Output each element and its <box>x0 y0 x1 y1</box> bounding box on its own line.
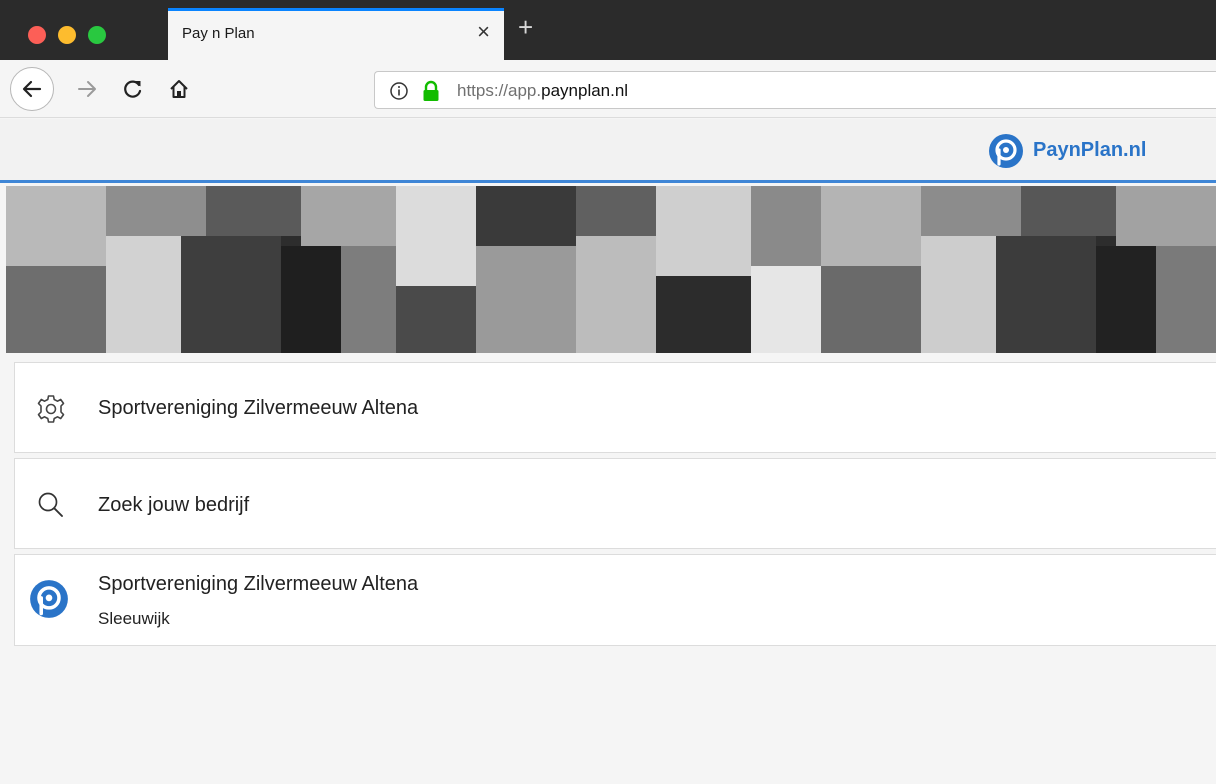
tab-title: Pay n Plan <box>182 25 255 42</box>
organization-name: Sportvereniging Zilvermeeuw Altena <box>98 397 419 419</box>
reload-button[interactable] <box>118 74 148 104</box>
url-domain: paynplan.nl <box>541 81 629 100</box>
browser-nav-bar: https://app.paynplan.nl <box>0 60 1216 118</box>
url-prefix: https://app. <box>457 81 542 100</box>
window-close-button[interactable] <box>28 26 46 44</box>
window-zoom-button[interactable] <box>88 26 106 44</box>
logo-text[interactable]: PaynPlan.nl <box>1033 139 1146 162</box>
window-minimize-button[interactable] <box>58 26 76 44</box>
result-location: Sleeuwijk <box>98 609 170 628</box>
close-icon[interactable]: × <box>477 21 490 43</box>
browser-tab-strip: Pay n Plan × + <box>0 0 1216 60</box>
back-arrow-icon <box>22 80 42 98</box>
search-row <box>14 458 1216 549</box>
forward-button[interactable] <box>72 74 102 104</box>
back-button[interactable] <box>10 67 54 111</box>
collage-tiles <box>6 186 1216 353</box>
info-icon[interactable] <box>389 81 409 101</box>
search-result-item[interactable]: Sportvereniging Zilvermeeuw Altena Sleeu… <box>14 554 1216 646</box>
plus-icon[interactable]: + <box>518 14 533 40</box>
url-bar[interactable]: https://app.paynplan.nl <box>374 71 1216 109</box>
lock-icon <box>423 80 439 101</box>
app-header: PaynPlan.nl <box>0 119 1216 183</box>
search-icon <box>38 492 63 517</box>
search-input[interactable] <box>98 487 1178 523</box>
paynplan-logo-icon <box>30 580 68 618</box>
paynplan-logo-icon[interactable] <box>988 133 1024 169</box>
banner-collage-image <box>6 186 1216 353</box>
reload-icon <box>124 80 142 98</box>
home-button[interactable] <box>164 74 194 104</box>
forward-arrow-icon <box>78 81 96 97</box>
gear-icon[interactable] <box>35 393 67 425</box>
url-text: https://app.paynplan.nl <box>457 81 628 101</box>
result-name: Sportvereniging Zilvermeeuw Altena <box>98 573 419 595</box>
organization-settings-row[interactable]: Sportvereniging Zilvermeeuw Altena <box>14 362 1216 453</box>
browser-tab[interactable]: Pay n Plan × <box>168 8 504 60</box>
home-icon <box>170 80 188 98</box>
